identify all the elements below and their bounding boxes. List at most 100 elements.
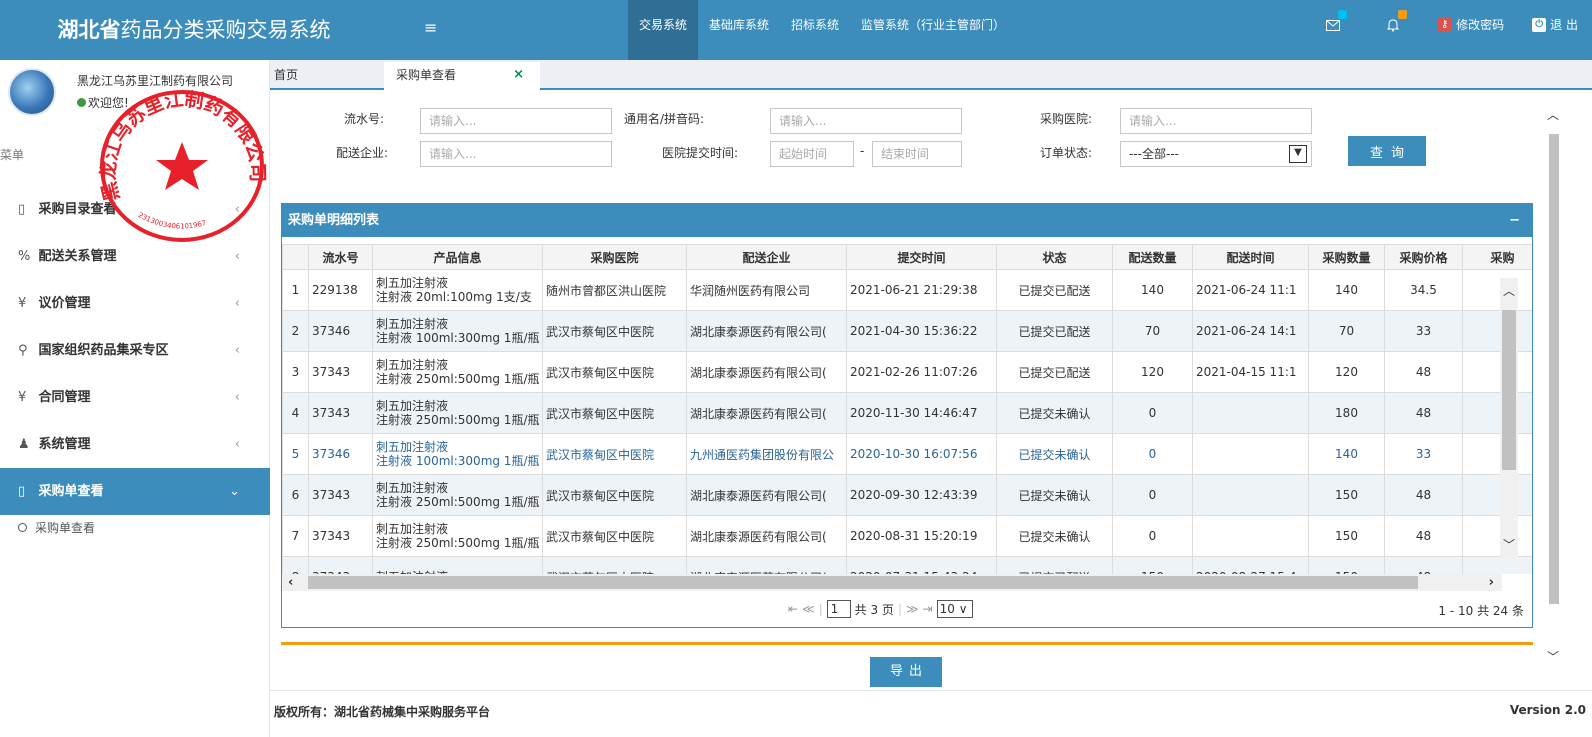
nav-supervision-system[interactable]: 监管系统（行业主管部门） bbox=[850, 0, 1016, 60]
sidebar-item-orders[interactable]: ▯ 采购单查看 ⌄ bbox=[0, 468, 270, 515]
cell-hospital: 随州市曾都区洪山医院 bbox=[542, 269, 687, 311]
mail-icon[interactable] bbox=[1303, 0, 1363, 50]
cell-purchase-price: 48 bbox=[1384, 351, 1463, 393]
last-page-icon[interactable]: ⇥ bbox=[923, 602, 933, 616]
delivery-company-input[interactable]: 请输入... bbox=[420, 141, 612, 167]
logout-link[interactable]: ⏻ 退 出 bbox=[1518, 0, 1592, 50]
cell-status: 已提交已配送 bbox=[996, 351, 1113, 393]
hamburger-menu-icon[interactable]: ≡ bbox=[424, 18, 437, 37]
cell-hospital: 武汉市蔡甸区中医院 bbox=[542, 515, 687, 557]
table-header-row: 流水号 产品信息 采购医院 配送企业 提交时间 状态 配送数量 配送时间 采购数… bbox=[282, 244, 1532, 270]
cell-purchase-price: 33 bbox=[1384, 310, 1463, 352]
app-title: 湖北省药品分类采购交易系统 bbox=[0, 0, 388, 60]
sidebar-item-bargain[interactable]: ¥ 议价管理 ‹ bbox=[0, 280, 270, 327]
scroll-up-icon[interactable]: ︿ bbox=[1500, 278, 1518, 304]
col-header-hospital[interactable]: 采购医院 bbox=[542, 244, 687, 270]
cell-delivery-time bbox=[1192, 474, 1309, 516]
nav-bidding-system[interactable]: 招标系统 bbox=[780, 0, 850, 60]
sidebar-item-catalog[interactable]: ▯ 采购目录查看 ‹ bbox=[0, 186, 270, 233]
end-time-input[interactable]: 结束时间 bbox=[872, 141, 962, 167]
col-header-submit-time[interactable]: 提交时间 bbox=[846, 244, 997, 270]
col-header-company[interactable]: 配送企业 bbox=[686, 244, 847, 270]
col-header-delivery-qty[interactable]: 配送数量 bbox=[1112, 244, 1193, 270]
table-horizontal-scrollbar[interactable]: ‹ › bbox=[282, 574, 1502, 591]
bell-icon[interactable] bbox=[1363, 0, 1423, 50]
col-header-purchase-price[interactable]: 采购价格 bbox=[1384, 244, 1463, 270]
scrollbar-thumb[interactable] bbox=[1549, 134, 1559, 604]
page-number-input[interactable]: 1 bbox=[826, 600, 851, 618]
yen-icon: ¥ bbox=[18, 296, 27, 311]
scrollbar-thumb[interactable] bbox=[308, 576, 1418, 589]
cell-status: 已提交未确认 bbox=[996, 392, 1113, 434]
cell-submit-time: 2020-08-31 15:20:19 bbox=[846, 515, 997, 557]
page-vertical-scrollbar[interactable]: ︿ ﹀ bbox=[1545, 92, 1561, 682]
table-vertical-scrollbar[interactable]: ︿ ﹀ bbox=[1500, 278, 1518, 558]
scroll-down-icon[interactable]: ﹀ bbox=[1547, 648, 1559, 665]
page-size-select[interactable]: 10 ∨ bbox=[936, 600, 973, 618]
order-status-value: ---全部--- bbox=[1129, 147, 1179, 161]
close-icon[interactable]: × bbox=[513, 62, 524, 88]
table-row[interactable]: 1 229138 刺五加注射液 注射液 20ml:100mg 1支/支 随州市曾都区洪山… bbox=[282, 269, 1532, 311]
sidebar-item-contract[interactable]: ¥ 合同管理 ‹ bbox=[0, 374, 270, 421]
tab-purchase-orders[interactable]: 采购单查看 × bbox=[384, 62, 540, 90]
serial-input[interactable]: 请输入... bbox=[420, 108, 612, 134]
collapse-icon[interactable]: − bbox=[1509, 204, 1520, 237]
scroll-down-icon[interactable]: ﹀ bbox=[1500, 532, 1518, 558]
table-row[interactable]: 837343刺五加注射液武汉市蔡甸区中医院湖北康泰源医药有限公司(2020-07… bbox=[282, 556, 1532, 574]
cell-status: 已提交已配送 bbox=[996, 310, 1113, 352]
online-dot-icon bbox=[77, 98, 86, 107]
col-header-purchase-qty[interactable]: 采购数量 bbox=[1308, 244, 1385, 270]
query-button[interactable]: 查询 bbox=[1348, 136, 1426, 166]
key-icon: ⚷ bbox=[1437, 18, 1453, 32]
prev-page-icon[interactable]: ≪ bbox=[802, 602, 815, 616]
bell-badge bbox=[1398, 10, 1408, 19]
hospital-label: 采购医院: bbox=[1040, 112, 1093, 126]
product-name: 刺五加注射液 bbox=[376, 276, 449, 290]
table-row[interactable]: 4 37343 刺五加注射液 注射液 250ml:500mg 1瓶/瓶 武汉市蔡甸区中医… bbox=[282, 392, 1532, 434]
start-time-input[interactable]: 起始时间 bbox=[770, 141, 854, 167]
cell-delivery-time: 2021-06-24 11:1 bbox=[1192, 269, 1309, 311]
product-name: 刺五加注射液 bbox=[376, 317, 449, 331]
tab-home[interactable]: 首页 bbox=[274, 62, 298, 90]
cell-company: 湖北康泰源医药有限公司( bbox=[686, 474, 847, 516]
col-header-delivery-time[interactable]: 配送时间 bbox=[1192, 244, 1309, 270]
nav-basic-library[interactable]: 基础库系统 bbox=[698, 0, 780, 60]
next-page-icon[interactable]: ≫ bbox=[906, 602, 919, 616]
scrollbar-thumb[interactable] bbox=[1502, 310, 1516, 470]
chevron-left-icon: ‹ bbox=[234, 249, 240, 264]
cell-serial: 37343 bbox=[308, 515, 373, 557]
export-button[interactable]: 导出 bbox=[870, 657, 942, 687]
table-row[interactable]: 5 37346 刺五加注射液 注射液 100ml:300mg 1瓶/瓶 武汉市蔡甸区中医… bbox=[282, 433, 1532, 475]
sidebar-item-delivery[interactable]: % 配送关系管理 ‹ bbox=[0, 233, 270, 280]
user-panel: 黑龙江乌苏里江制药有限公司 欢迎您! bbox=[0, 60, 269, 132]
table-row[interactable]: 3 37343 刺五加注射液 注射液 250ml:500mg 1瓶/瓶 武汉市蔡甸区中医… bbox=[282, 351, 1532, 393]
hospital-input[interactable]: 请输入... bbox=[1120, 108, 1312, 134]
col-header-purchase-more[interactable]: 采购 bbox=[1462, 244, 1532, 270]
col-header-serial[interactable]: 流水号 bbox=[308, 244, 373, 270]
col-header-product[interactable]: 产品信息 bbox=[372, 244, 543, 270]
sidebar-subitem-orders[interactable]: 采购单查看 bbox=[0, 515, 270, 541]
user-status-label: 欢迎您! bbox=[88, 96, 129, 110]
order-status-select[interactable]: ---全部--- ▼ bbox=[1120, 141, 1312, 167]
cell-delivery-time bbox=[1192, 392, 1309, 434]
cell-company: 湖北康泰源医药有限公司( bbox=[686, 392, 847, 434]
panel-title: 采购单明细列表 bbox=[288, 213, 380, 228]
nav-trading-system[interactable]: 交易系统 bbox=[628, 0, 699, 60]
chevron-left-icon: ‹ bbox=[234, 437, 240, 452]
table-row[interactable]: 2 37346 刺五加注射液 注射液 100ml:300mg 1瓶/瓶 武汉市蔡甸区中医… bbox=[282, 310, 1532, 352]
table-row[interactable]: 7 37343 刺五加注射液 注射液 250ml:500mg 1瓶/瓶 武汉市蔡甸区中医… bbox=[282, 515, 1532, 557]
cell-product: 刺五加注射液 注射液 100ml:300mg 1瓶/瓶 bbox=[372, 433, 543, 475]
scroll-up-icon[interactable]: ︿ bbox=[1547, 106, 1559, 123]
user-name: 黑龙江乌苏里江制药有限公司 bbox=[77, 74, 234, 88]
sidebar-item-national[interactable]: ⚲ 国家组织药品集采专区 ‹ bbox=[0, 327, 270, 374]
sidebar-item-system[interactable]: ♟ 系统管理 ‹ bbox=[0, 421, 270, 468]
cell-serial: 37343 bbox=[308, 392, 373, 434]
change-password-link[interactable]: ⚷ 修改密码 bbox=[1423, 0, 1518, 50]
scroll-left-icon[interactable]: ‹ bbox=[288, 574, 293, 591]
scroll-right-icon[interactable]: › bbox=[1489, 574, 1494, 591]
col-header-status[interactable]: 状态 bbox=[996, 244, 1113, 270]
generic-name-input[interactable]: 请输入... bbox=[770, 108, 962, 134]
first-page-icon[interactable]: ⇤ bbox=[788, 602, 798, 616]
cell-product: 刺五加注射液 bbox=[372, 556, 543, 574]
table-row[interactable]: 6 37343 刺五加注射液 注射液 250ml:500mg 1瓶/瓶 武汉市蔡甸区中医… bbox=[282, 474, 1532, 516]
